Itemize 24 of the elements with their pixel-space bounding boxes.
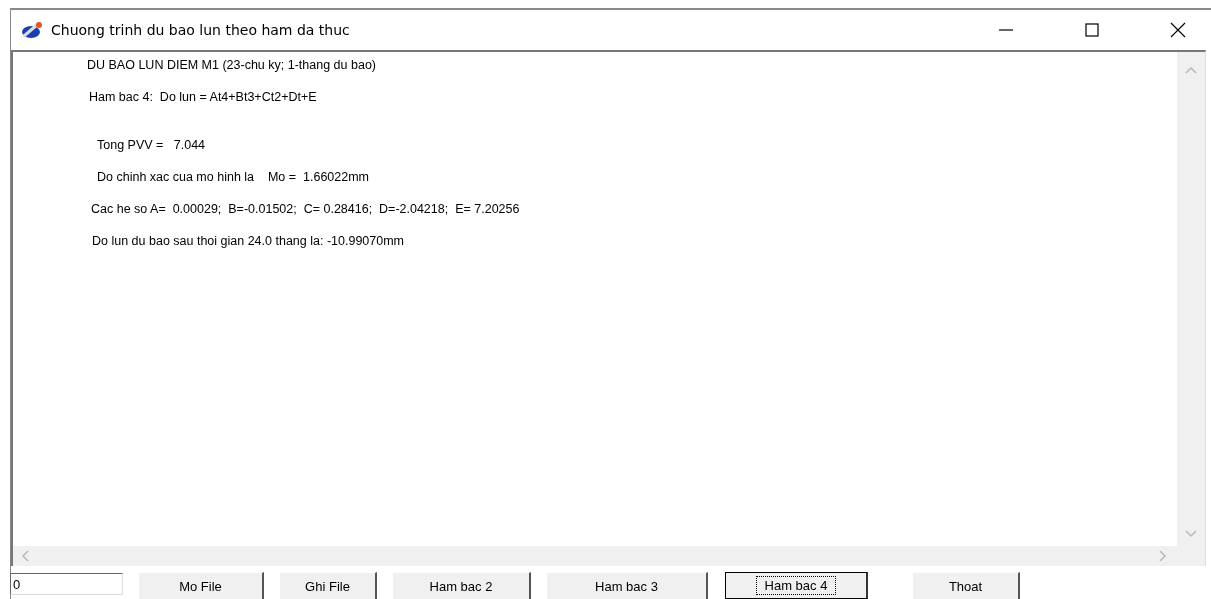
maximize-icon[interactable] xyxy=(1084,22,1100,38)
close-icon[interactable] xyxy=(1170,22,1186,38)
action-button[interactable]: Ghi File xyxy=(279,572,377,599)
scroll-left-icon[interactable] xyxy=(21,550,29,562)
output-line: Cac he so A= 0.00029; B=-0.01502; C= 0.28416; D=-2.04218; E= 7.20256 xyxy=(90,202,521,218)
scroll-up-icon[interactable] xyxy=(1185,66,1197,74)
output-line: Do chinh xac cua mo hinh la Mo = 1.66022mm xyxy=(96,170,370,186)
scroll-down-icon[interactable] xyxy=(1185,530,1197,538)
app-icon xyxy=(22,22,42,38)
action-button[interactable]: Thoat xyxy=(912,572,1020,599)
output-line: DU BAO LUN DIEM M1 (23-chu ky; 1-thang du bao) xyxy=(87,58,377,74)
horizontal-scrollbar[interactable] xyxy=(13,546,1205,566)
input-field[interactable]: 0 xyxy=(10,573,123,595)
window-title: Chuong trinh du bao lun theo ham da thuc xyxy=(51,22,350,38)
output-line: Ham bac 4: Do lun = At4+Bt3+Ct2+Dt+E xyxy=(88,90,318,106)
output-line: Do lun du bao sau thoi gian 24.0 thang la: -10.99070mm xyxy=(91,234,406,250)
vertical-scrollbar[interactable] xyxy=(1177,52,1205,546)
action-button[interactable]: Ham bac 2 xyxy=(392,572,531,599)
action-button[interactable]: Mo File xyxy=(138,572,264,599)
output-text-area[interactable] xyxy=(11,50,1206,566)
action-button[interactable]: Ham bac 4 xyxy=(725,572,868,599)
scroll-right-icon[interactable] xyxy=(1159,550,1167,562)
action-button[interactable]: Ham bac 3 xyxy=(546,572,708,599)
output-line: Tong PVV = 7.044 xyxy=(96,138,207,154)
